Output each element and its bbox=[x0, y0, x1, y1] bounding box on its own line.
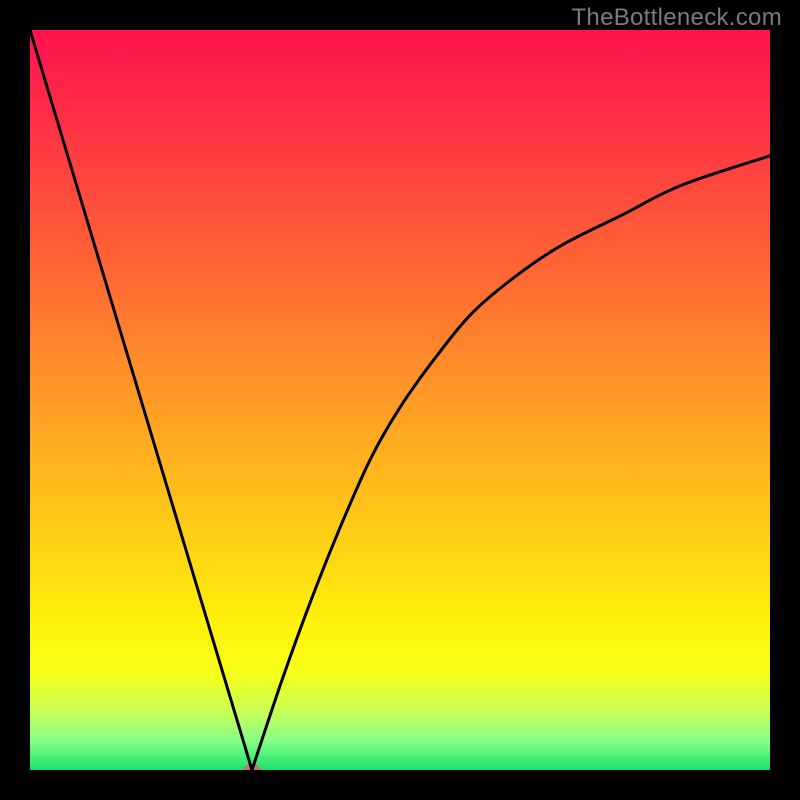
watermark-text: TheBottleneck.com bbox=[571, 4, 782, 32]
chart-frame: TheBottleneck.com bbox=[0, 0, 800, 800]
plot-area bbox=[30, 30, 770, 770]
curve-line bbox=[30, 30, 770, 770]
